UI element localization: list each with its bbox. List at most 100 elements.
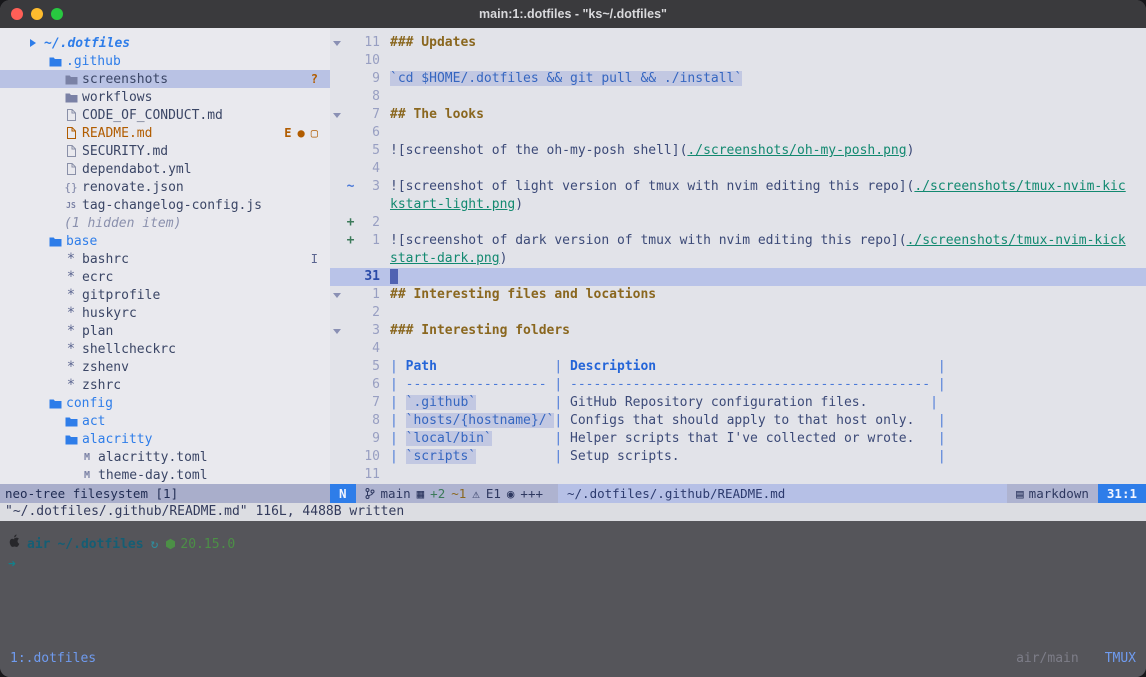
line-number: 9 [357,70,388,88]
fullscreen-button[interactable] [51,8,63,20]
fold-icon[interactable] [333,41,341,46]
editor-buffer[interactable]: 11### Updates109`cd $HOME/.dotfiles && g… [330,28,1146,484]
tree-item-CODE_OF_CONDUCT.md[interactable]: CODE_OF_CONDUCT.md [0,106,330,124]
tree-item-workflows[interactable]: workflows [0,88,330,106]
spacing [437,359,554,374]
fold-column [330,466,344,484]
neotree-sidebar: ~/.dotfiles.githubscreenshots?workflowsC… [0,28,330,484]
fold-column [330,160,344,178]
editor-line[interactable]: +2 [330,214,1146,232]
link-url: kstart-light.png [390,197,515,212]
tree-item-ecrc[interactable]: *ecrc [0,268,330,286]
editor-line[interactable]: 5| Path | Description | [330,358,1146,376]
editor-line[interactable]: 10 [330,52,1146,70]
doc-icon [66,109,76,121]
close-button[interactable] [11,8,23,20]
tree-item-SECURITY.md[interactable]: SECURITY.md [0,142,330,160]
tree-item-renovate.json[interactable]: {}renovate.json [0,178,330,196]
editor-line[interactable]: 11 [330,466,1146,484]
line-text: ![screenshot of the oh-my-posh shell](./… [390,142,914,160]
editor-line[interactable]: 7| `.github` | GitHub Repository configu… [330,394,1146,412]
tree-item-gitprofile[interactable]: *gitprofile [0,286,330,304]
tree-item-dependabot.yml[interactable]: dependabot.yml [0,160,330,178]
tree-item-alacritty[interactable]: alacritty [0,430,330,448]
tree-item-1hiddenitem[interactable]: (1 hidden item) [0,214,330,232]
gutter-sign [344,124,357,142]
diff-changed: ~1 [451,484,466,503]
folder-icon [65,434,78,445]
gutter-sign [344,322,357,340]
tree-item-README.md[interactable]: README.mdE●▢ [0,124,330,142]
editor-line[interactable]: 9| `local/bin` | Helper scripts that I'v… [330,430,1146,448]
item-label: dependabot.yml [82,162,192,177]
table-header: Path [406,359,437,374]
editor-line[interactable]: kstart-light.png) [330,196,1146,214]
text-segment: ![screenshot of the oh-my-posh shell]( [390,143,687,158]
editor-line[interactable]: 31 [330,268,1146,286]
editor-line[interactable]: 9`cd $HOME/.dotfiles && git pull && ./in… [330,70,1146,88]
editor-line[interactable]: 10| `scripts` | Setup scripts. | [330,448,1146,466]
tree-item-plan[interactable]: *plan [0,322,330,340]
editor-line[interactable]: 4 [330,160,1146,178]
tree-item-.github[interactable]: .github [0,52,330,70]
tree-item-zshenv[interactable]: *zshenv [0,358,330,376]
tree-item-tag-changelog-config.js[interactable]: JStag-changelog-config.js [0,196,330,214]
editor-line[interactable]: +1![screenshot of dark version of tmux w… [330,232,1146,250]
tmux-session-info: air/main [1016,650,1079,668]
table-pipe: | [390,431,406,446]
line-number: 31 [357,268,388,286]
gutter-sign [344,466,357,484]
item-label: plan [82,324,113,339]
editor-line[interactable]: start-dark.png) [330,250,1146,268]
text-segment: Setup scripts. [570,449,680,464]
filetype-name: markdown [1029,484,1089,503]
editor-line[interactable]: 8 [330,88,1146,106]
gutter-sign [344,412,357,430]
line-text: | `local/bin` | Helper scripts that I've… [390,430,946,448]
shell-pane[interactable]: air ~/.dotfiles ↻ 20.15.0 ➜ 1:.dotfiles … [0,521,1146,677]
doc-icon [66,127,76,139]
editor-line[interactable]: 7## The looks [330,106,1146,124]
gutter-sign: ~ [344,178,357,196]
tree-item-config[interactable]: config [0,394,330,412]
editor-line[interactable]: 1## Interesting files and locations [330,286,1146,304]
line-text: ![screenshot of dark version of tmux wit… [390,232,1126,250]
tree-item-base[interactable]: base [0,232,330,250]
tree-item-huskyrc[interactable]: *huskyrc [0,304,330,322]
fold-icon[interactable] [333,113,341,118]
tree-item-zshrc[interactable]: *zshrc [0,376,330,394]
fold-icon[interactable] [333,293,341,298]
editor-line[interactable]: 4 [330,340,1146,358]
spacing [867,395,930,410]
line-number: 6 [357,376,388,394]
tree-item-act[interactable]: act [0,412,330,430]
branch-name: main [381,484,411,503]
tree-item-.dotfiles[interactable]: ~/.dotfiles [0,34,330,52]
tree-item-theme-day.toml[interactable]: Mtheme-day.toml [0,466,330,484]
line-number: 7 [357,394,388,412]
tree-item-alacritty.toml[interactable]: Malacritty.toml [0,448,330,466]
line-number: 3 [357,178,388,196]
editor-line[interactable]: ~3![screenshot of light version of tmux … [330,178,1146,196]
folder-icon [49,56,62,67]
editor-line[interactable]: 2 [330,304,1146,322]
fold-column [330,250,344,268]
text-segment: ![screenshot of light version of tmux wi… [390,179,914,194]
item-label: ecrc [82,270,113,285]
minimize-button[interactable] [31,8,43,20]
editor-line[interactable]: 3### Interesting folders [330,322,1146,340]
file-tree: ~/.dotfiles.githubscreenshots?workflowsC… [0,34,330,484]
line-number: 6 [357,124,388,142]
editor-line[interactable]: 6| ------------------ | ----------------… [330,376,1146,394]
diagnostic-icon: ⚠ [472,484,480,503]
editor-line[interactable]: 6 [330,124,1146,142]
tmux-window-tab[interactable]: 1:.dotfiles [10,650,96,668]
tree-item-screenshots[interactable]: screenshots? [0,70,330,88]
editor-line[interactable]: 8| `hosts/{hostname}/`| Configs that sho… [330,412,1146,430]
tree-item-bashrc[interactable]: *bashrcI [0,250,330,268]
fold-icon[interactable] [333,329,341,334]
editor-line[interactable]: 5![screenshot of the oh-my-posh shell](.… [330,142,1146,160]
editor-line[interactable]: 11### Updates [330,34,1146,52]
item-label: bashrc [82,252,129,267]
tree-item-shellcheckrc[interactable]: *shellcheckrc [0,340,330,358]
